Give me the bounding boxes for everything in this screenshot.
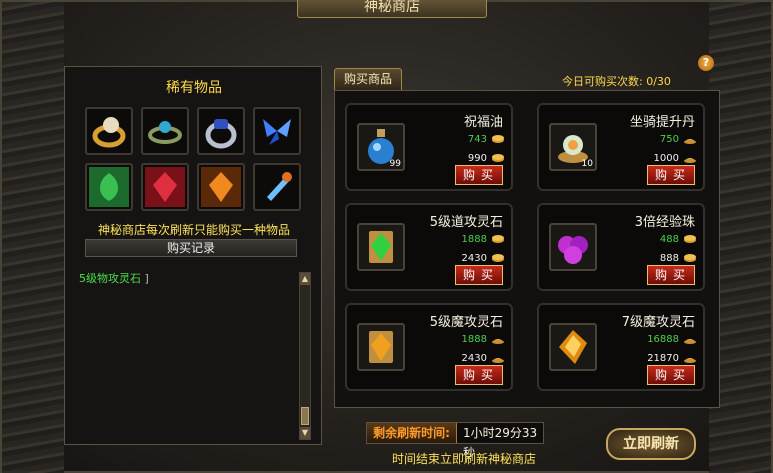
- record-item-bracket: ]: [144, 272, 149, 285]
- item-price-discount: 16888: [647, 334, 679, 345]
- record-item-name: 5级物攻灵石: [79, 272, 141, 285]
- item-price-discount: 488: [659, 234, 679, 245]
- item-price-original: 888: [659, 253, 679, 264]
- rare-slot-8[interactable]: [253, 163, 301, 211]
- gold-coin-icon: [684, 254, 696, 262]
- item-price-discount: 750: [659, 134, 679, 145]
- shop-items-panel: 99 祝福油 743 990 购买 10 坐骑提升丹 750 1000 购买 5…: [334, 90, 720, 408]
- shop-window: 神秘商店 稀有物品 神秘商店每次刷新只能购买一种物品 购买记录 5级物攻灵石]…: [0, 0, 773, 473]
- item-name: 3倍经验珠: [634, 215, 695, 230]
- item-name: 5级道攻灵石: [429, 215, 503, 230]
- window-title: 神秘商店: [297, 0, 487, 18]
- item-stack-count: 99: [389, 159, 401, 169]
- buy-button[interactable]: 购买: [455, 165, 503, 185]
- jade-ring-icon: [148, 121, 182, 144]
- tab-buy-items[interactable]: 购买商品: [334, 68, 402, 90]
- gold-coin-icon: [492, 235, 504, 243]
- shop-item-card: 5级道攻灵石 1888 2430 购买: [345, 203, 513, 291]
- help-icon[interactable]: ?: [698, 55, 714, 71]
- ingot-icon: [684, 139, 696, 144]
- buy-button[interactable]: 购买: [647, 165, 695, 185]
- item-price-discount: 1888: [461, 334, 487, 345]
- item-icon-slot[interactable]: 10: [549, 123, 597, 171]
- item-name: 祝福油: [463, 115, 503, 130]
- amber-gem-icon: [559, 330, 587, 364]
- rare-slot-4[interactable]: [253, 107, 301, 155]
- item-price-original: 2430: [461, 253, 487, 264]
- ingot-icon: [492, 358, 504, 363]
- rare-slot-3[interactable]: [197, 107, 245, 155]
- exp-orb-icon: [558, 236, 588, 264]
- refresh-timer: 剩余刷新时间: 1小时29分33秒: [366, 422, 544, 460]
- item-name: 坐骑提升丹: [629, 115, 695, 130]
- scroll-thumb[interactable]: [301, 407, 309, 425]
- rare-items-panel: 稀有物品 神秘商店每次刷新只能购买一种物品 购买记录 5级物攻灵石] ▲ ▼: [64, 66, 322, 445]
- item-icon-slot[interactable]: [549, 323, 597, 371]
- rare-slot-6[interactable]: [141, 163, 189, 211]
- purchase-record-button[interactable]: 购买记录: [85, 239, 297, 257]
- item-price-original: 2430: [461, 353, 487, 364]
- item-stack-count: 10: [581, 159, 593, 169]
- ingot-icon: [684, 358, 696, 363]
- green-leaf-icon: [89, 167, 129, 207]
- scroll-down-icon[interactable]: ▼: [300, 427, 310, 439]
- item-price-original: 990: [467, 153, 487, 164]
- rare-slot-7[interactable]: [197, 163, 245, 211]
- dragon-border-left: [2, 2, 64, 473]
- buy-button[interactable]: 购买: [647, 265, 695, 285]
- gold-coin-icon: [684, 235, 696, 243]
- shop-item-card: 5级魔攻灵石 1888 2430 购买: [345, 303, 513, 391]
- gold-ring-icon: [92, 117, 126, 148]
- ingot-icon: [492, 339, 504, 344]
- rare-slot-1[interactable]: [85, 107, 133, 155]
- item-price-discount: 743: [467, 134, 487, 145]
- item-icon-slot[interactable]: [549, 223, 597, 271]
- shop-item-card: 10 坐骑提升丹 750 1000 购买: [537, 103, 705, 191]
- ice-spike-icon: [267, 172, 292, 201]
- rare-notice: 神秘商店每次刷新只能购买一种物品: [97, 223, 290, 237]
- rare-items-grid: [85, 107, 305, 211]
- gold-coin-icon: [492, 135, 504, 143]
- item-name: 7级魔攻灵石: [621, 315, 695, 330]
- buy-button[interactable]: 购买: [455, 265, 503, 285]
- purchase-record-list: 5级物攻灵石 ]: [79, 270, 297, 438]
- green-gem-icon: [369, 231, 393, 263]
- orange-crystal-icon: [201, 167, 241, 207]
- refresh-timer-label: 剩余刷新时间:: [367, 423, 457, 443]
- scroll-up-icon[interactable]: ▲: [300, 273, 310, 285]
- red-crystal-icon: [145, 167, 185, 207]
- refresh-bar: 剩余刷新时间: 1小时29分33秒 时间结束立即刷新神秘商店 立即刷新: [334, 412, 720, 468]
- list-item: 5级物攻灵石 ]: [79, 270, 297, 286]
- shop-item-card: 99 祝福油 743 990 购买: [345, 103, 513, 191]
- item-icon-slot[interactable]: 99: [357, 123, 405, 171]
- gold-coin-icon: [492, 154, 504, 162]
- silver-ring-icon: [205, 119, 237, 149]
- gold-coin-icon: [492, 254, 504, 262]
- item-price-original: 1000: [653, 153, 679, 164]
- buy-button[interactable]: 购买: [455, 365, 503, 385]
- ingot-icon: [684, 158, 696, 163]
- rare-slot-2[interactable]: [141, 107, 189, 155]
- rare-slot-5[interactable]: [85, 163, 133, 211]
- blue-butterfly-icon: [263, 119, 291, 145]
- rare-items-title: 稀有物品: [166, 80, 222, 96]
- record-scrollbar[interactable]: ▲ ▼: [299, 272, 311, 440]
- ingot-icon: [684, 339, 696, 344]
- shop-item-card: 7级魔攻灵石 16888 21870 购买: [537, 303, 705, 391]
- orange-gem-icon: [369, 331, 393, 363]
- shop-item-card: 3倍经验珠 488 888 购买: [537, 203, 705, 291]
- item-icon-slot[interactable]: [357, 223, 405, 271]
- refresh-now-button[interactable]: 立即刷新: [606, 428, 696, 460]
- item-price-original: 21870: [647, 353, 679, 364]
- refresh-note: 时间结束立即刷新神秘商店: [391, 452, 536, 466]
- item-price-discount: 1888: [461, 234, 487, 245]
- buy-button[interactable]: 购买: [647, 365, 695, 385]
- purchase-count-label: 今日可购买次数: 0/30: [562, 75, 671, 88]
- item-icon-slot[interactable]: [357, 323, 405, 371]
- item-name: 5级魔攻灵石: [429, 315, 503, 330]
